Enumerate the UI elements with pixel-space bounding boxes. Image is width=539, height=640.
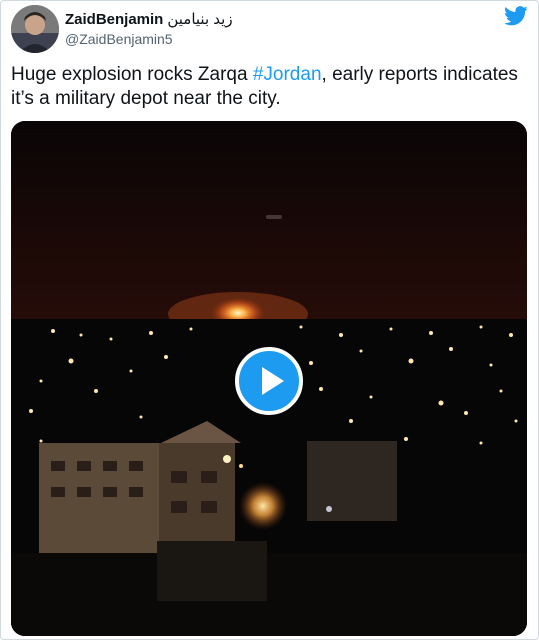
play-button[interactable]: [235, 347, 303, 415]
avatar-image: [11, 5, 59, 53]
author-display-name-arabic[interactable]: زيد بنيامين: [167, 11, 232, 28]
play-icon: [262, 367, 284, 395]
author-handle[interactable]: @ZaidBenjamin5: [65, 31, 173, 47]
tweet-text: Huge explosion rocks Zarqa #Jordan, earl…: [11, 63, 531, 111]
tweet-card: ZaidBenjamin زيد بنيامين @ZaidBenjamin5 H…: [0, 0, 539, 640]
author-display-name[interactable]: ZaidBenjamin: [65, 11, 163, 28]
author-name-row[interactable]: ZaidBenjamin زيد بنيامين: [65, 10, 233, 28]
hashtag-link[interactable]: #Jordan: [253, 64, 322, 85]
avatar[interactable]: [11, 5, 59, 53]
twitter-bird-icon[interactable]: [504, 6, 528, 26]
video-player[interactable]: [11, 121, 527, 636]
tweet-text-before: Huge explosion rocks Zarqa: [11, 64, 253, 85]
